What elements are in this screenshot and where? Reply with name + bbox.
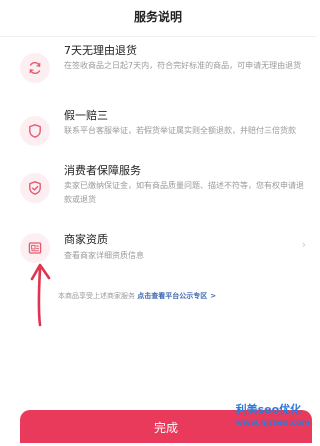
- service-item-fake-compensation: 假一赔三 联系平台客服举证，若假货举证属实则全额退款，并赔付三倍货款: [0, 109, 316, 159]
- service-desc: 查看商家详细资质信息: [64, 251, 144, 260]
- service-title: 商家资质: [64, 233, 108, 246]
- service-title: 7天无理由退货: [64, 44, 137, 57]
- annotation-arrow: [30, 263, 51, 327]
- page-title: 服务说明: [133, 10, 182, 24]
- shield-check-icon: [20, 173, 50, 203]
- platform-disclosure-link[interactable]: 点击查看平台公示专区: [137, 292, 207, 300]
- chevron-right-icon: >: [210, 292, 217, 300]
- chevron-right-icon: ›: [301, 238, 306, 251]
- shield-icon: [20, 116, 50, 146]
- service-item-return: 7天无理由退货 在签收商品之日起7天内，符合完好标准的商品，可申请无理由退货: [0, 44, 316, 94]
- service-desc: 在签收商品之日起7天内，符合完好标准的商品，可申请无理由退货: [64, 61, 302, 70]
- watermark-line2: www.hjrseo.com: [235, 418, 310, 427]
- service-desc: 联系平台客服举证，若假货举证属实则全额退款，并赔付三倍货款: [64, 126, 296, 135]
- watermark-line1: 利美seo优化: [235, 403, 302, 416]
- service-title: 假一赔三: [64, 109, 108, 122]
- service-desc: 卖家已缴纳保证金，如有商品质量问题、描述不符等，您有权申请退款或退货: [64, 181, 304, 204]
- refresh-icon: [20, 53, 50, 83]
- header-divider: [0, 36, 316, 37]
- service-item-consumer-protection: 消费者保障服务 卖家已缴纳保证金，如有商品质量问题、描述不符等，您有权申请退款或…: [0, 164, 316, 214]
- platform-note: 本商品享受上述商家服务 点击查看平台公示专区 >: [58, 291, 216, 301]
- note-text: 本商品享受上述商家服务: [58, 292, 135, 300]
- watermark: 利美seo优化 www.hjrseo.com: [236, 403, 310, 429]
- service-title: 消费者保障服务: [64, 164, 141, 177]
